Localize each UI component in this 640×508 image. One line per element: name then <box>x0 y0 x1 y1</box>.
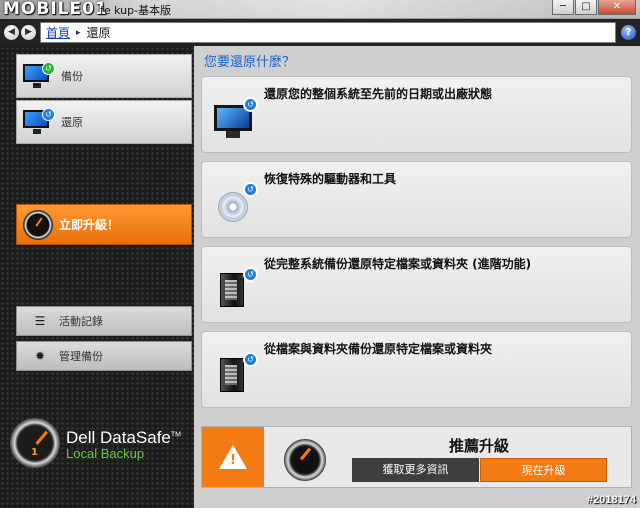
breadcrumb-home-link[interactable]: 首頁 <box>46 24 70 41</box>
page-title: 您要還原什麼？ <box>204 55 296 70</box>
sidebar-item-backup[interactable]: ↺ 備份 <box>16 54 192 98</box>
close-button[interactable]: ✕ <box>598 0 636 15</box>
pc-tower-icon: ↺ <box>214 267 258 311</box>
restore-from-file-backup-option[interactable]: ↺ 從檔案與資料夾備份還原特定檔案或資料夾 <box>201 331 632 408</box>
forward-button[interactable]: ▶ <box>21 25 36 40</box>
list-icon: ☰ <box>34 314 46 328</box>
watermark-id: #2018174 <box>587 494 636 506</box>
trademark-mark: TM <box>170 431 181 439</box>
back-button[interactable]: ◀ <box>4 25 19 40</box>
minimize-button[interactable]: ─ <box>552 0 574 15</box>
sidebar: ↺ 備份 ↺ 還原 立即升級！ ☰ 活動記錄 ✹ 管理備份 1 Dell Dat… <box>0 46 194 508</box>
maximize-button[interactable]: □ <box>575 0 597 15</box>
brand-name: Dell DataSafeTM <box>66 428 181 447</box>
warning-panel: ! <box>202 427 264 487</box>
warning-mark: ! <box>230 453 236 468</box>
backup-monitor-icon: ↺ <box>23 62 55 90</box>
sidebar-item-label: 備份 <box>61 70 83 83</box>
pc-tower-icon: ↺ <box>214 352 258 396</box>
breadcrumb-current: 還原 <box>86 26 111 40</box>
gauge-icon <box>23 209 53 240</box>
upgrade-now-button[interactable]: 現在升級 <box>480 458 607 482</box>
brand-logo: 1 Dell DataSafeTM Local Backup <box>8 416 188 472</box>
watermark-logo: MOBILE01 <box>3 0 108 19</box>
title-bar: MOBILE01 fe kup-基本版 ─ □ ✕ <box>0 0 640 19</box>
breadcrumb: 首頁 ▸ 還原 <box>40 22 616 43</box>
main-content: 您要還原什麼？ ↺ 還原您的整個系統至先前的日期或出廠狀態 ↺ 恢復特殊的驅動器… <box>194 46 640 508</box>
sidebar-item-activity-log[interactable]: ☰ 活動記錄 <box>16 306 192 336</box>
recommend-upgrade-panel: ! 推薦升級 獲取更多資訊 現在升級 <box>201 426 632 488</box>
gauge-icon <box>284 439 326 481</box>
window-title: fe kup-基本版 <box>100 4 172 17</box>
option-label: 恢復特殊的驅動器和工具 <box>264 172 397 186</box>
sidebar-item-manage-backups[interactable]: ✹ 管理備份 <box>16 341 192 371</box>
restore-system-option[interactable]: ↺ 還原您的整個系統至先前的日期或出廠狀態 <box>201 76 632 153</box>
sidebar-item-label: 還原 <box>61 116 83 129</box>
sidebar-item-restore[interactable]: ↺ 還原 <box>16 100 192 144</box>
more-info-button[interactable]: 獲取更多資訊 <box>352 458 479 482</box>
option-label: 從完整系統備份還原特定檔案或資料夾 (進階功能) <box>264 257 532 271</box>
monitor-restore-icon: ↺ <box>214 97 258 141</box>
gear-icon: ✹ <box>34 349 46 363</box>
window-controls: ─ □ ✕ <box>552 0 636 15</box>
sidebar-item-label: 管理備份 <box>59 350 103 363</box>
option-label: 從檔案與資料夾備份還原特定檔案或資料夾 <box>264 342 493 356</box>
navigation-bar: ◀ ▶ 首頁 ▸ 還原 ? <box>0 19 640 46</box>
upgrade-label: 立即升級！ <box>59 218 120 232</box>
gauge-number: 1 <box>31 447 38 458</box>
recover-drivers-option[interactable]: ↺ 恢復特殊的驅動器和工具 <box>201 161 632 238</box>
dell-gauge-icon: 1 <box>10 418 60 468</box>
breadcrumb-separator-icon: ▸ <box>76 27 81 38</box>
restore-from-full-backup-option[interactable]: ↺ 從完整系統備份還原特定檔案或資料夾 (進階功能) <box>201 246 632 323</box>
restore-monitor-icon: ↺ <box>23 108 55 136</box>
disc-icon: ↺ <box>214 182 258 226</box>
recommend-title: 推薦升級 <box>448 437 509 455</box>
upgrade-now-button[interactable]: 立即升級！ <box>16 204 192 245</box>
help-button[interactable]: ? <box>621 25 636 40</box>
sidebar-item-label: 活動記錄 <box>59 315 103 328</box>
brand-subtitle: Local Backup <box>66 446 145 461</box>
option-label: 還原您的整個系統至先前的日期或出廠狀態 <box>264 87 493 101</box>
